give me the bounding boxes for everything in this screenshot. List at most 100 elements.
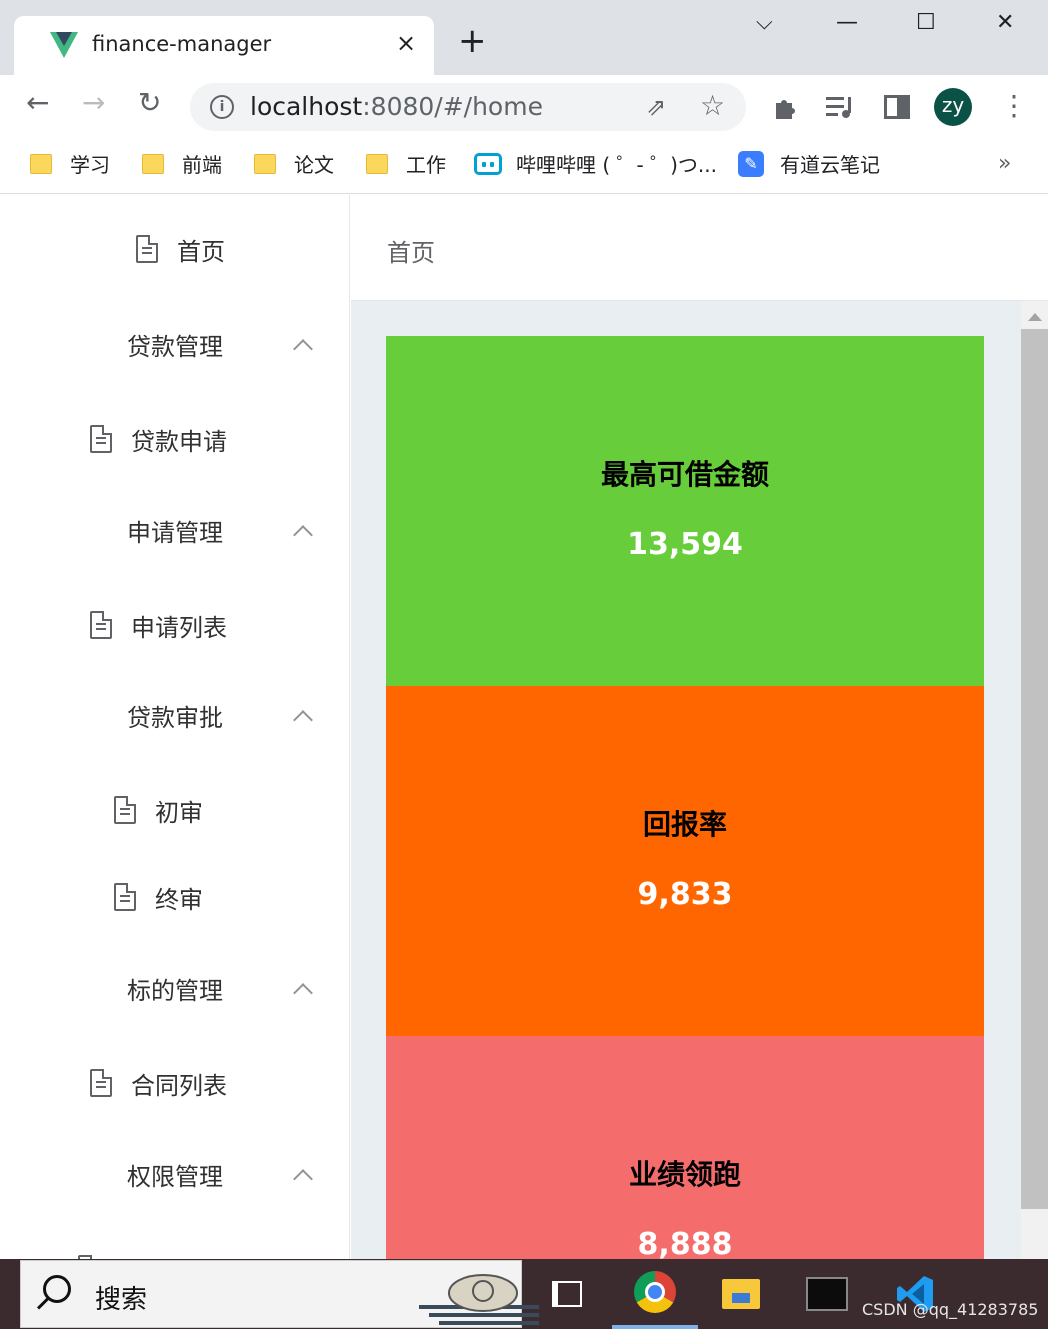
sidebar-item-loan-application[interactable]: 贷款申请 <box>0 409 349 469</box>
bookmark-star-icon[interactable]: ☆ <box>700 89 725 122</box>
sidebar-item-contract-list[interactable]: 合同列表 <box>0 1053 349 1113</box>
sidebar-menu: 首页 贷款管理 贷款申请 申请管理 申请列表 贷款审批 初审 终审 标的管理 合… <box>0 195 350 1259</box>
chevron-up-icon <box>293 983 313 1003</box>
sidebar-item-final-review[interactable]: 终审 <box>0 867 349 927</box>
sidebar-item-label: 初审 <box>155 798 203 827</box>
address-bar[interactable]: i localhost:8080/#/home ⇗ ☆ <box>190 83 746 131</box>
scroll-up-arrow-icon[interactable] <box>1028 313 1042 321</box>
tab-close-icon[interactable]: × <box>396 29 416 57</box>
sidebar-item-home[interactable]: 首页 <box>0 219 349 279</box>
sidebar-item-label: 申请列表 <box>131 613 227 642</box>
profile-avatar[interactable]: zy <box>934 88 972 126</box>
document-icon <box>114 883 136 911</box>
bookmark-study[interactable]: 学习 <box>30 149 110 178</box>
site-info-icon[interactable]: i <box>210 95 234 119</box>
stat-card-return-rate: 回报率 9,833 <box>386 686 984 1036</box>
csdn-watermark: CSDN @qq_41283785 <box>862 1300 1039 1319</box>
card-title: 回报率 <box>642 807 727 841</box>
chevron-up-icon <box>293 1169 313 1189</box>
extensions-puzzle-icon[interactable] <box>772 93 800 121</box>
taskbar-chrome[interactable] <box>612 1259 698 1329</box>
media-queue-icon[interactable] <box>826 95 856 119</box>
document-icon <box>114 796 136 824</box>
card-value: 9,833 <box>637 876 733 912</box>
close-window-button[interactable]: ✕ <box>996 10 1014 35</box>
card-title: 业绩领跑 <box>628 1157 741 1191</box>
sidebar-item-cut-off[interactable] <box>0 1239 349 1259</box>
document-icon <box>136 235 158 263</box>
browser-menu-icon[interactable]: ⋮ <box>1000 92 1028 120</box>
browser-tab[interactable]: finance-manager × <box>14 16 434 75</box>
chevron-up-icon <box>293 525 313 545</box>
folder-icon <box>254 153 276 174</box>
youdao-note-icon: ✎ <box>738 150 764 177</box>
bookmark-frontend[interactable]: 前端 <box>142 149 222 178</box>
tab-strip: finance-manager × + ⌵ — ☐ ✕ <box>0 0 1048 75</box>
sidebar-submenu-label: 权限管理 <box>127 1162 223 1191</box>
reload-icon[interactable]: ↻ <box>138 89 161 117</box>
share-icon[interactable]: ⇗ <box>646 93 666 121</box>
document-icon <box>90 1069 112 1097</box>
app-header: 首页 <box>351 195 1048 301</box>
bookmark-youdao-note[interactable]: ✎ 有道云笔记 <box>738 149 880 178</box>
sidebar-item-label: 合同列表 <box>131 1071 227 1100</box>
bookmark-bilibili[interactable]: 哔哩哔哩 ( ゜- ゜)つ... <box>474 149 717 178</box>
stat-card-performance-lead: 业绩领跑 8,888 <box>386 1036 984 1259</box>
card-value: 13,594 <box>627 526 743 562</box>
terminal-icon <box>806 1277 848 1311</box>
sidebar-item-label: 贷款申请 <box>131 427 227 456</box>
minimize-button[interactable]: — <box>836 10 858 35</box>
taskbar-terminal[interactable] <box>784 1259 870 1329</box>
card-title: 最高可借金额 <box>600 457 769 491</box>
sidebar-item-first-review[interactable]: 初审 <box>0 780 349 840</box>
main-content: 最高可借金额 13,594 回报率 9,833 业绩领跑 8,888 <box>351 301 1021 1259</box>
file-explorer-icon <box>722 1279 760 1309</box>
chevron-up-icon <box>293 339 313 359</box>
sidebar-item-label: 终审 <box>155 885 203 914</box>
taskbar-task-view[interactable] <box>524 1259 610 1329</box>
sidebar-submenu-label: 标的管理 <box>127 976 223 1005</box>
folder-icon <box>30 153 52 174</box>
card-value: 8,888 <box>637 1226 733 1260</box>
bookmark-papers[interactable]: 论文 <box>254 149 334 178</box>
vue-logo-icon <box>50 32 78 58</box>
sidebar-submenu-permission-management[interactable]: 权限管理 <box>0 1144 349 1204</box>
new-tab-button[interactable]: + <box>458 24 487 58</box>
browser-toolbar: ← → ↻ i localhost:8080/#/home ⇗ ☆ <box>0 75 1048 137</box>
sidebar-submenu-label: 贷款审批 <box>127 703 223 732</box>
folder-icon <box>142 153 164 174</box>
search-highlight-illustration <box>419 1274 539 1325</box>
stat-card-max-borrow: 最高可借金额 13,594 <box>386 336 984 686</box>
vertical-scrollbar[interactable] <box>1021 301 1048 1259</box>
bookmarks-bar: 学习 前端 论文 工作 哔哩哔哩 ( ゜- ゜)つ... ✎ 有道云笔记 » <box>0 137 1048 194</box>
sidebar-item-label: 首页 <box>177 237 225 266</box>
task-view-icon <box>552 1281 582 1307</box>
back-arrow-icon[interactable]: ← <box>26 89 49 117</box>
sidebar-submenu-asset-management[interactable]: 标的管理 <box>0 958 349 1018</box>
taskbar-search[interactable]: 搜索 <box>20 1260 539 1328</box>
side-panel-icon[interactable] <box>884 95 910 119</box>
folder-icon <box>366 153 388 174</box>
breadcrumb[interactable]: 首页 <box>387 233 435 268</box>
sidebar-submenu-label: 申请管理 <box>127 518 223 547</box>
bilibili-icon <box>474 152 502 175</box>
sidebar-submenu-loan-management[interactable]: 贷款管理 <box>0 314 349 374</box>
sidebar-submenu-application-management[interactable]: 申请管理 <box>0 500 349 560</box>
forward-arrow-icon[interactable]: → <box>82 89 105 117</box>
sidebar-item-application-list[interactable]: 申请列表 <box>0 595 349 655</box>
taskbar-file-explorer[interactable] <box>698 1259 784 1329</box>
tab-title: finance-manager <box>92 32 272 56</box>
url-text[interactable]: localhost:8080/#/home <box>250 92 543 121</box>
sidebar-submenu-label: 贷款管理 <box>127 332 223 361</box>
chrome-icon <box>634 1271 676 1313</box>
scrollbar-thumb[interactable] <box>1021 329 1048 1209</box>
document-icon <box>90 425 112 453</box>
search-icon <box>43 1275 71 1303</box>
tab-search-icon[interactable]: ⌵ <box>756 10 773 35</box>
sidebar-submenu-loan-approval[interactable]: 贷款审批 <box>0 685 349 745</box>
document-icon <box>90 611 112 639</box>
chevron-up-icon <box>293 710 313 730</box>
bookmarks-more-icon[interactable]: » <box>998 151 1011 176</box>
bookmark-work[interactable]: 工作 <box>366 149 446 178</box>
maximize-button[interactable]: ☐ <box>916 10 936 35</box>
